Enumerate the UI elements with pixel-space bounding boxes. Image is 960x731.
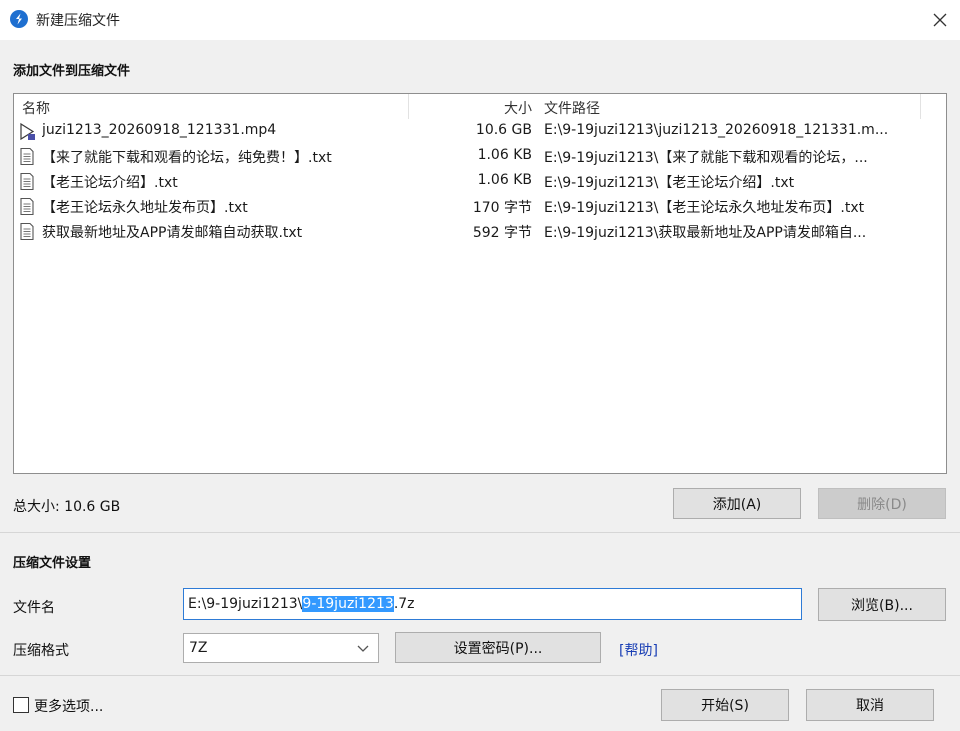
window-title: 新建压缩文件: [36, 13, 120, 29]
footer-divider: [0, 675, 960, 676]
add-files-section-title: 添加文件到压缩文件: [13, 64, 131, 79]
filename-prefix: E:\9-19juzi1213\: [188, 596, 303, 612]
file-row[interactable]: juzi1213_20260918_121331.mp4 10.6 GB E:\9-…: [14, 119, 946, 144]
column-header-size[interactable]: 大小: [444, 98, 532, 118]
start-button[interactable]: 开始(S): [661, 689, 789, 721]
file-list[interactable]: 名称 大小 文件路径 juzi1213_20260918_121331.mp4 1…: [13, 93, 947, 474]
file-path: E:\9-19juzi1213\【老王论坛永久地址发布页】.txt: [544, 200, 865, 216]
file-size: 1.06 KB: [477, 172, 532, 188]
chevron-down-icon: [357, 645, 369, 652]
column-header-path[interactable]: 文件路径: [544, 98, 600, 118]
close-icon: [933, 13, 947, 27]
help-link[interactable]: [帮助]: [619, 640, 658, 660]
file-size: 1.06 KB: [477, 147, 532, 163]
file-name: juzi1213_20260918_121331.mp4: [42, 122, 277, 138]
format-select[interactable]: 7Z: [183, 633, 379, 663]
delete-button[interactable]: 删除(D): [818, 488, 946, 519]
file-size: 170 字节: [472, 200, 532, 216]
column-separator[interactable]: [920, 94, 921, 119]
text-file-icon: [20, 172, 34, 191]
file-row[interactable]: 【老王论坛永久地址发布页】.txt 170 字节 E:\9-19juzi1213\【…: [14, 194, 946, 219]
format-selected-value: 7Z: [189, 640, 208, 656]
file-name: 【来了就能下载和观看的论坛，纯免费！】.txt: [42, 150, 332, 166]
filename-selected-text: 9-19juzi1213: [302, 596, 394, 612]
section-divider: [0, 532, 960, 533]
file-list-header: 名称 大小 文件路径: [14, 94, 946, 119]
settings-section-title: 压缩文件设置: [13, 556, 92, 571]
video-file-icon: [20, 122, 35, 141]
more-options-label[interactable]: 更多选项...: [34, 696, 103, 716]
file-path: E:\9-19juzi1213\【老王论坛介绍】.txt: [544, 175, 795, 191]
file-row[interactable]: 【老王论坛介绍】.txt 1.06 KB E:\9-19juzi1213\【老王论坛…: [14, 169, 946, 194]
file-size: 592 字节: [472, 225, 532, 241]
filename-label: 文件名: [13, 600, 55, 616]
text-file-icon: [20, 222, 34, 241]
text-file-icon: [20, 147, 34, 166]
file-name: 【老王论坛永久地址发布页】.txt: [42, 200, 248, 216]
title-bar: 新建压缩文件: [0, 0, 960, 40]
file-name: 获取最新地址及APP请发邮箱自动获取.txt: [42, 225, 303, 241]
file-path: E:\9-19juzi1213\【来了就能下载和观看的论坛，...: [544, 150, 868, 166]
file-size: 10.6 GB: [475, 122, 532, 138]
filename-input[interactable]: E:\9-19juzi1213\ 9-19juzi1213.7z: [183, 588, 802, 620]
column-header-name[interactable]: 名称: [22, 98, 50, 118]
browse-button[interactable]: 浏览(B)...: [818, 588, 946, 621]
filename-suffix: .7z: [393, 596, 415, 612]
file-name: 【老王论坛介绍】.txt: [42, 175, 178, 191]
file-path: E:\9-19juzi1213\juzi1213_20260918_121331…: [544, 122, 889, 138]
set-password-button[interactable]: 设置密码(P)...: [395, 632, 601, 663]
text-file-icon: [20, 197, 34, 216]
close-button[interactable]: [920, 4, 960, 36]
app-logo-icon: [10, 10, 28, 28]
total-size: 总大小: 10.6 GB: [13, 499, 121, 515]
cancel-button[interactable]: 取消: [806, 689, 934, 721]
more-options-checkbox[interactable]: [13, 697, 29, 713]
column-separator[interactable]: [408, 94, 409, 119]
file-path: E:\9-19juzi1213\获取最新地址及APP请发邮箱自...: [544, 225, 867, 241]
add-button[interactable]: 添加(A): [673, 488, 801, 519]
file-row[interactable]: 【来了就能下载和观看的论坛，纯免费！】.txt 1.06 KB E:\9-19juz…: [14, 144, 946, 169]
file-row[interactable]: 获取最新地址及APP请发邮箱自动获取.txt 592 字节 E:\9-19juzi1…: [14, 219, 946, 244]
format-label: 压缩格式: [13, 643, 69, 659]
